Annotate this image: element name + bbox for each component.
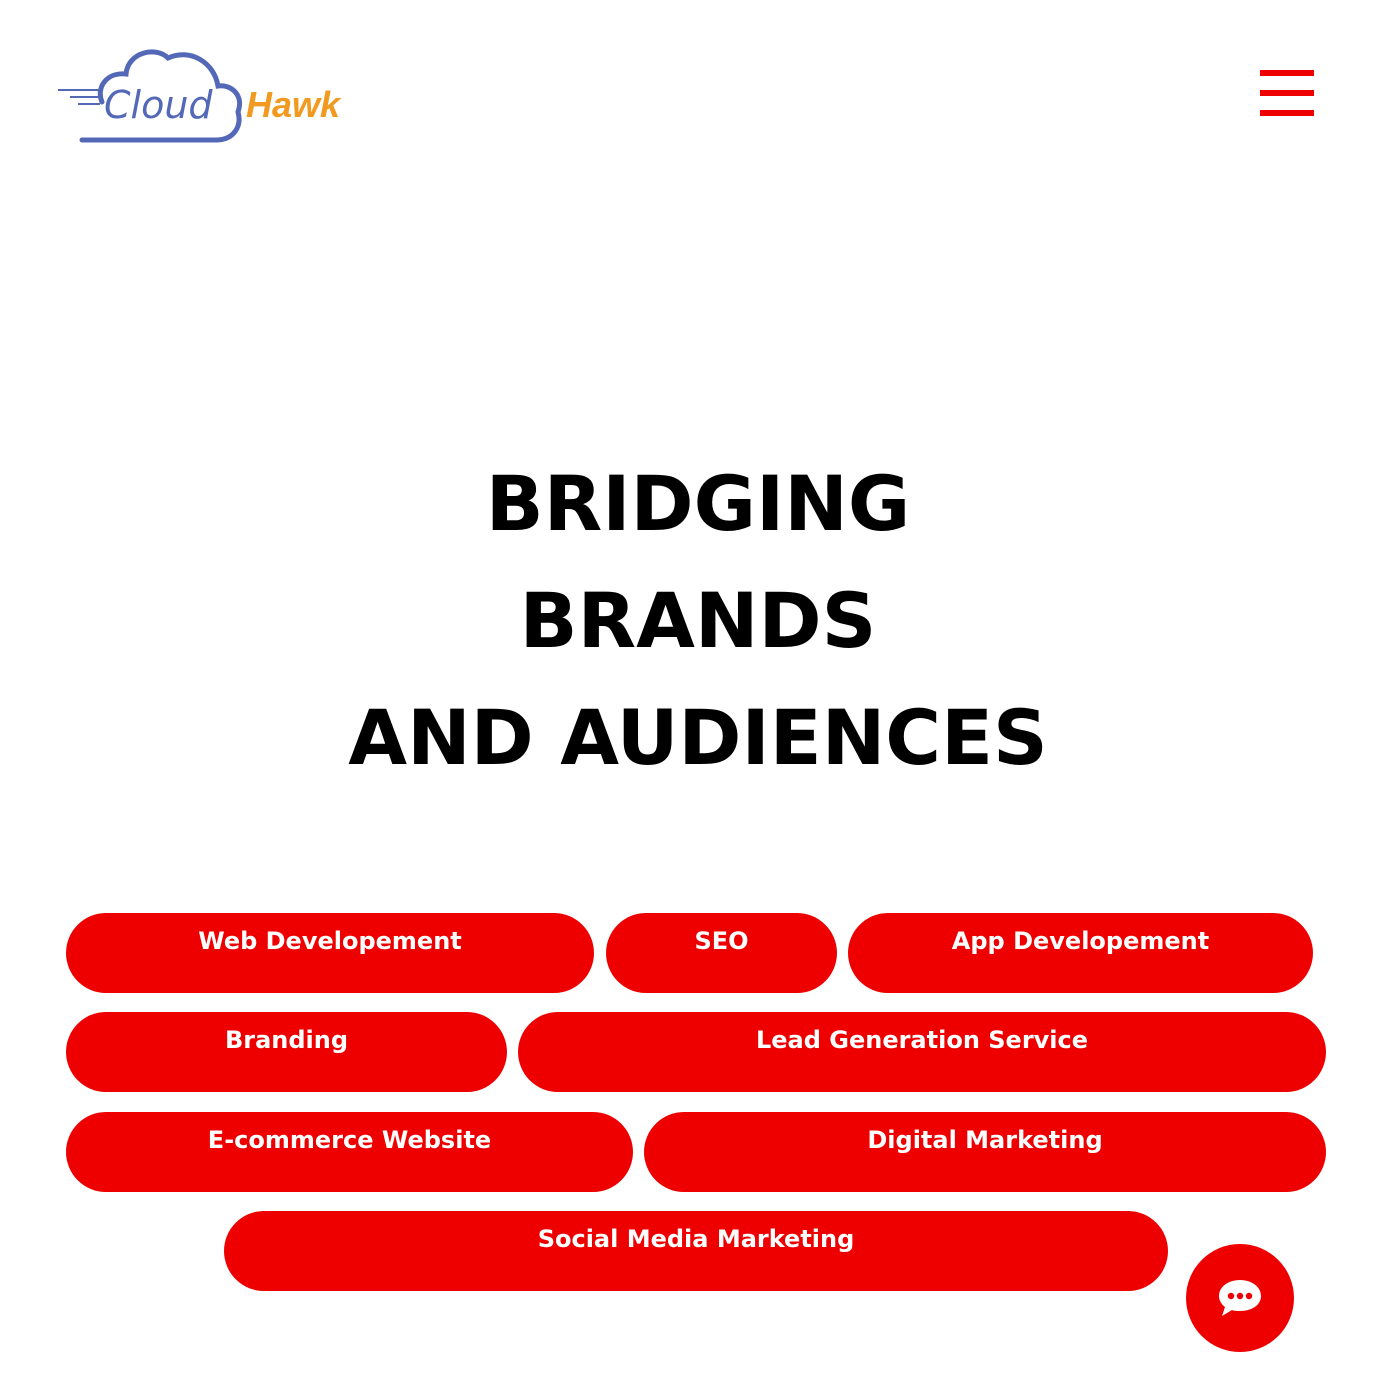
cloudhawk-logo[interactable]: Cloud Hawk bbox=[56, 44, 356, 148]
menu-bar bbox=[1260, 110, 1314, 116]
menu-bar bbox=[1260, 90, 1314, 96]
menu-bar bbox=[1260, 70, 1314, 76]
hamburger-menu-icon[interactable] bbox=[1258, 70, 1316, 118]
service-web-development-button[interactable]: Web Developement bbox=[66, 913, 594, 993]
service-lead-generation-button[interactable]: Lead Generation Service bbox=[518, 1012, 1326, 1092]
service-branding-button[interactable]: Branding bbox=[66, 1012, 507, 1092]
hero-line-2: BRANDS bbox=[519, 576, 877, 665]
logo-wordmark-hawk: Hawk bbox=[246, 84, 342, 125]
logo-wordmark-cloud: Cloud bbox=[104, 83, 213, 127]
service-seo-button[interactable]: SEO bbox=[606, 913, 837, 993]
hero-line-3: AND AUDIENCES bbox=[348, 693, 1048, 782]
chat-button[interactable] bbox=[1186, 1244, 1294, 1352]
hero-line-1: BRIDGING bbox=[485, 459, 911, 548]
chat-bubble-icon bbox=[1219, 1280, 1261, 1316]
service-ecommerce-website-button[interactable]: E-commerce Website bbox=[66, 1112, 633, 1192]
service-app-development-button[interactable]: App Developement bbox=[848, 913, 1313, 993]
service-digital-marketing-button[interactable]: Digital Marketing bbox=[644, 1112, 1326, 1192]
service-social-media-marketing-button[interactable]: Social Media Marketing bbox=[224, 1211, 1168, 1291]
hero-heading: BRIDGING BRANDS AND AUDIENCES bbox=[0, 445, 1396, 796]
